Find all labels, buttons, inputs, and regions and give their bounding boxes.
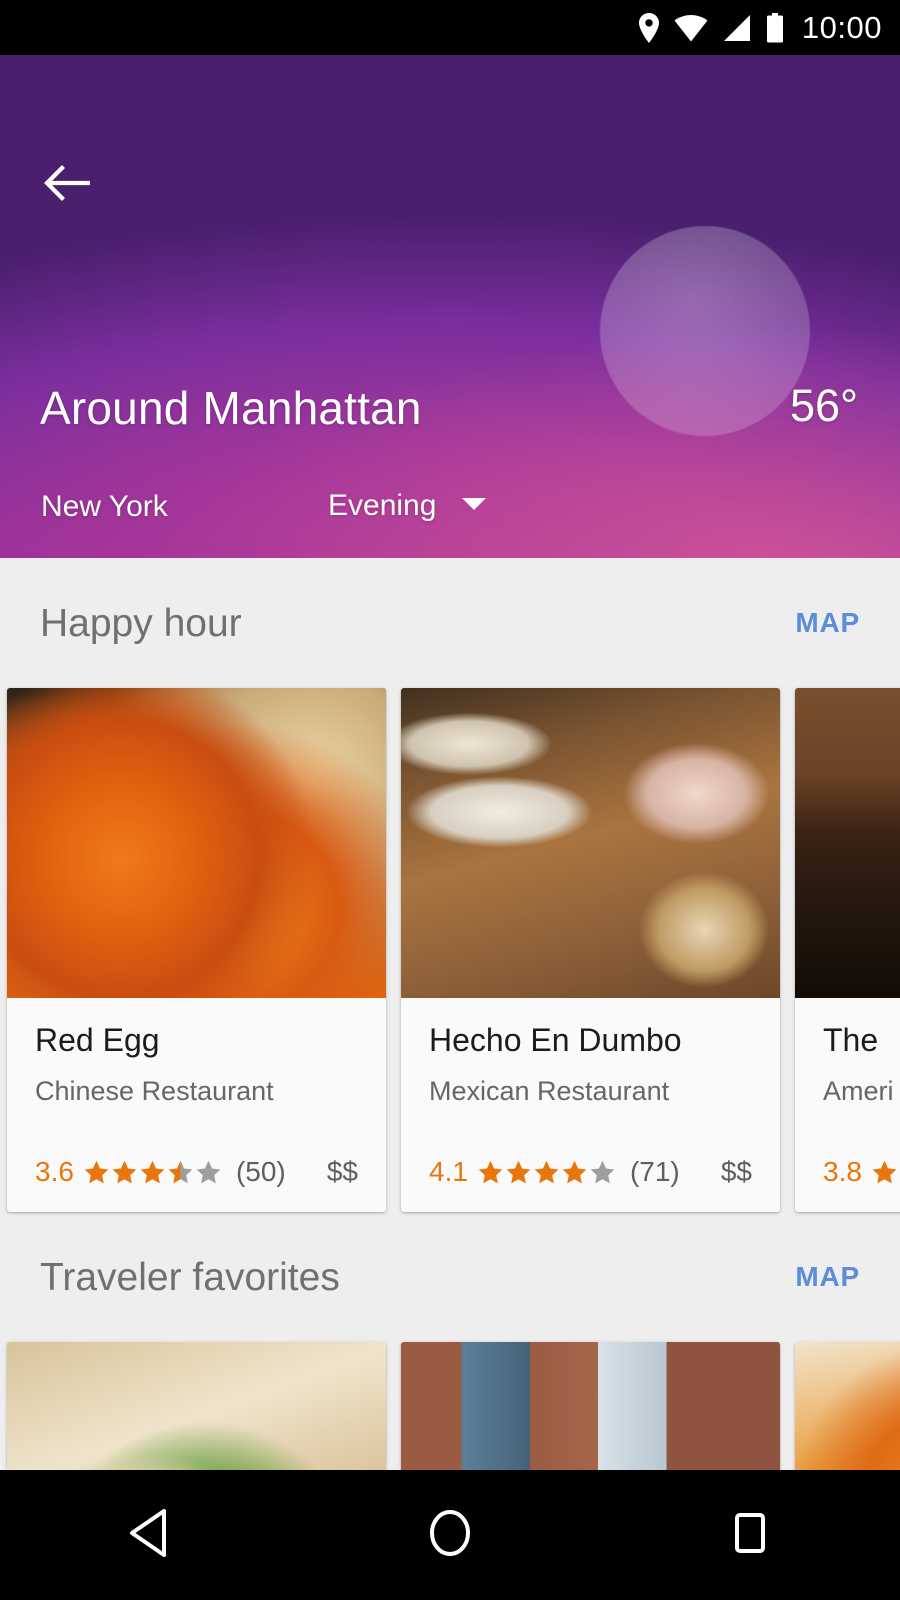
temperature-value: 56° <box>789 380 858 431</box>
place-category: Chinese Restaurant <box>35 1076 274 1106</box>
nav-home-circle-icon <box>427 1508 473 1563</box>
android-navigation-bar <box>0 1470 900 1600</box>
wifi-icon <box>674 14 708 42</box>
content-scroll-area[interactable]: Happy hour MAP Red Egg Chinese Restauran… <box>0 558 900 1470</box>
rating-value: 3.8 <box>823 1156 862 1187</box>
star-full-icon <box>112 1160 137 1183</box>
star-full-icon <box>140 1160 165 1183</box>
place-card-body: The Ameri 3.8 <box>795 998 900 1212</box>
map-link-happy-hour[interactable]: MAP <box>795 607 860 639</box>
place-photo <box>795 1342 900 1470</box>
place-photo <box>401 1342 780 1470</box>
place-card[interactable] <box>7 1342 386 1470</box>
place-card[interactable] <box>795 1342 900 1470</box>
rating-group: 4.1 (71) <box>429 1158 680 1186</box>
section-header-happy-hour: Happy hour MAP <box>0 558 900 688</box>
place-name: Red Egg <box>35 1022 160 1058</box>
place-card[interactable]: Hecho En Dumbo Mexican Restaurant 4.1 (7… <box>401 688 780 1212</box>
section-title: Traveler favorites <box>40 1255 340 1299</box>
hero-header: Around Manhattan 56° New York Evening <box>0 55 900 558</box>
place-photo <box>7 1342 386 1470</box>
place-card-body: Red Egg Chinese Restaurant 3.6 (50) $$ <box>7 998 386 1212</box>
rating-value: 4.1 <box>429 1156 468 1187</box>
cellular-signal-icon <box>722 14 752 42</box>
back-arrow-icon <box>43 163 93 208</box>
place-card[interactable]: Red Egg Chinese Restaurant 3.6 (50) $$ <box>7 688 386 1212</box>
star-full-icon <box>562 1160 587 1183</box>
place-meta: 3.6 (50) $$ <box>35 1158 358 1186</box>
card-row-traveler-favorites[interactable] <box>0 1342 900 1470</box>
nav-back-triangle-icon <box>128 1508 172 1563</box>
time-of-day-dropdown[interactable]: Evening <box>328 491 487 521</box>
nav-recents-square-icon <box>729 1508 771 1563</box>
place-card[interactable]: The Ameri 3.8 <box>795 688 900 1212</box>
place-name: Hecho En Dumbo <box>429 1022 682 1058</box>
nav-back-button[interactable] <box>90 1470 210 1600</box>
chevron-down-icon <box>461 496 487 517</box>
star-empty-icon <box>590 1160 615 1183</box>
price-level: $$ <box>326 1156 358 1187</box>
star-rating <box>477 1159 616 1186</box>
rating-value: 3.6 <box>35 1156 74 1187</box>
sun-circle-icon <box>600 226 810 436</box>
back-button[interactable] <box>34 151 102 219</box>
map-link-traveler-favorites[interactable]: MAP <box>795 1261 860 1293</box>
place-card-body: Hecho En Dumbo Mexican Restaurant 4.1 (7… <box>401 998 780 1212</box>
place-name: The <box>823 1022 879 1058</box>
star-rating <box>871 1159 900 1186</box>
place-category: Mexican Restaurant <box>429 1076 670 1106</box>
star-full-icon <box>478 1160 503 1183</box>
star-full-icon <box>506 1160 531 1183</box>
place-card[interactable] <box>401 1342 780 1470</box>
star-full-icon <box>534 1160 559 1183</box>
status-bar-clock: 10:00 <box>801 10 882 45</box>
price-level: $$ <box>720 1156 752 1187</box>
star-full-icon <box>872 1160 897 1183</box>
status-bar: 10:00 <box>0 0 900 55</box>
rating-group: 3.8 <box>823 1158 900 1186</box>
star-rating <box>83 1159 222 1186</box>
nav-home-button[interactable] <box>390 1470 510 1600</box>
card-row-happy-hour[interactable]: Red Egg Chinese Restaurant 3.6 (50) $$ H… <box>0 688 900 1212</box>
rating-group: 3.6 (50) <box>35 1158 286 1186</box>
time-of-day-label: Evening <box>328 489 437 522</box>
star-empty-icon <box>196 1160 221 1183</box>
review-count: (50) <box>235 1156 286 1187</box>
city-label: New York <box>41 490 168 523</box>
star-half-icon <box>168 1160 193 1183</box>
place-photo <box>401 688 780 998</box>
page-title: Around Manhattan <box>40 382 422 434</box>
star-full-icon <box>84 1160 109 1183</box>
place-category: Ameri <box>823 1076 894 1106</box>
place-photo <box>795 688 900 998</box>
section-header-traveler-favorites: Traveler favorites MAP <box>0 1212 900 1342</box>
nav-recents-button[interactable] <box>690 1470 810 1600</box>
review-count: (71) <box>629 1156 680 1187</box>
battery-icon <box>766 12 784 43</box>
location-pin-icon <box>638 12 660 43</box>
section-title: Happy hour <box>40 601 242 645</box>
place-photo <box>7 688 386 998</box>
place-meta: 3.8 <box>823 1158 900 1186</box>
place-meta: 4.1 (71) $$ <box>429 1158 752 1186</box>
